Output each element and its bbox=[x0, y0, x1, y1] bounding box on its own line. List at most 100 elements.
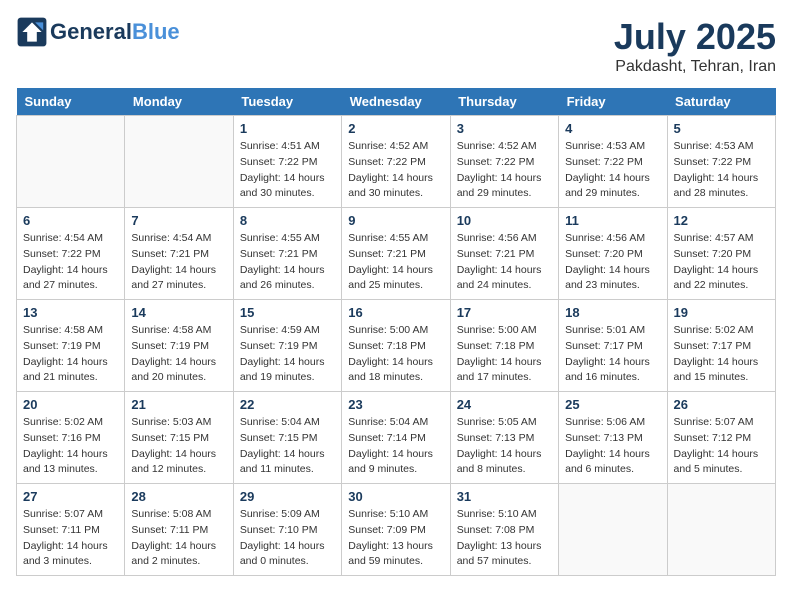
header-saturday: Saturday bbox=[667, 88, 775, 116]
day-info: Sunrise: 4:55 AMSunset: 7:21 PMDaylight:… bbox=[348, 231, 443, 294]
calendar-week-5: 27Sunrise: 5:07 AMSunset: 7:11 PMDayligh… bbox=[17, 484, 776, 576]
calendar-cell: 24Sunrise: 5:05 AMSunset: 7:13 PMDayligh… bbox=[450, 392, 558, 484]
day-number: 23 bbox=[348, 397, 443, 412]
day-number: 9 bbox=[348, 213, 443, 228]
calendar-cell bbox=[667, 484, 775, 576]
header-monday: Monday bbox=[125, 88, 233, 116]
day-info: Sunrise: 4:54 AMSunset: 7:21 PMDaylight:… bbox=[131, 231, 226, 294]
calendar-cell: 2 Sunrise: 4:52 AMSunset: 7:22 PMDaylight… bbox=[342, 116, 450, 208]
calendar-cell: 5 Sunrise: 4:53 AMSunset: 7:22 PMDaylight… bbox=[667, 116, 775, 208]
calendar-cell: 25 Sunrise: 5:06 AMSunset: 7:13 PMDayligh… bbox=[559, 392, 667, 484]
day-number: 15 bbox=[240, 305, 335, 320]
day-number: 2 bbox=[348, 121, 443, 136]
calendar-cell bbox=[125, 116, 233, 208]
calendar-cell: 4Sunrise: 4:53 AMSunset: 7:22 PMDaylight… bbox=[559, 116, 667, 208]
logo: GeneralBlue bbox=[16, 16, 180, 48]
header-thursday: Thursday bbox=[450, 88, 558, 116]
header-friday: Friday bbox=[559, 88, 667, 116]
day-info: Sunrise: 5:04 AMSunset: 7:14 PMDaylight:… bbox=[348, 415, 443, 478]
day-info: Sunrise: 5:06 AMSunset: 7:13 PMDaylight:… bbox=[565, 415, 660, 478]
calendar-week-3: 13 Sunrise: 4:58 AMSunset: 7:19 PMDayligh… bbox=[17, 300, 776, 392]
calendar-cell: 27Sunrise: 5:07 AMSunset: 7:11 PMDayligh… bbox=[17, 484, 125, 576]
day-info: Sunrise: 4:51 AMSunset: 7:22 PMDaylight:… bbox=[240, 139, 335, 202]
day-info: Sunrise: 4:53 AMSunset: 7:22 PMDaylight:… bbox=[674, 139, 769, 202]
day-number: 22 bbox=[240, 397, 335, 412]
calendar-cell: 1 Sunrise: 4:51 AMSunset: 7:22 PMDaylight… bbox=[233, 116, 341, 208]
calendar-header-row: SundayMondayTuesdayWednesdayThursdayFrid… bbox=[17, 88, 776, 116]
calendar-week-4: 20Sunrise: 5:02 AMSunset: 7:16 PMDayligh… bbox=[17, 392, 776, 484]
day-number: 11 bbox=[565, 213, 660, 228]
day-info: Sunrise: 5:03 AMSunset: 7:15 PMDaylight:… bbox=[131, 415, 226, 478]
day-number: 31 bbox=[457, 489, 552, 504]
day-info: Sunrise: 4:54 AMSunset: 7:22 PMDaylight:… bbox=[23, 231, 118, 294]
day-number: 6 bbox=[23, 213, 118, 228]
day-number: 24 bbox=[457, 397, 552, 412]
logo-icon bbox=[16, 16, 48, 48]
calendar-cell: 16 Sunrise: 5:00 AMSunset: 7:18 PMDayligh… bbox=[342, 300, 450, 392]
calendar-cell bbox=[17, 116, 125, 208]
day-info: Sunrise: 5:04 AMSunset: 7:15 PMDaylight:… bbox=[240, 415, 335, 478]
day-info: Sunrise: 5:00 AMSunset: 7:18 PMDaylight:… bbox=[348, 323, 443, 386]
calendar-cell: 17Sunrise: 5:00 AMSunset: 7:18 PMDayligh… bbox=[450, 300, 558, 392]
day-number: 1 bbox=[240, 121, 335, 136]
day-info: Sunrise: 4:58 AMSunset: 7:19 PMDaylight:… bbox=[23, 323, 118, 386]
day-number: 28 bbox=[131, 489, 226, 504]
calendar-cell: 9 Sunrise: 4:55 AMSunset: 7:21 PMDaylight… bbox=[342, 208, 450, 300]
day-info: Sunrise: 5:08 AMSunset: 7:11 PMDaylight:… bbox=[131, 507, 226, 570]
day-number: 19 bbox=[674, 305, 769, 320]
calendar-cell: 7 Sunrise: 4:54 AMSunset: 7:21 PMDaylight… bbox=[125, 208, 233, 300]
calendar-cell: 26 Sunrise: 5:07 AMSunset: 7:12 PMDayligh… bbox=[667, 392, 775, 484]
calendar-cell: 20Sunrise: 5:02 AMSunset: 7:16 PMDayligh… bbox=[17, 392, 125, 484]
calendar-cell: 19 Sunrise: 5:02 AMSunset: 7:17 PMDayligh… bbox=[667, 300, 775, 392]
logo-text: GeneralBlue bbox=[50, 21, 180, 43]
calendar-cell: 8Sunrise: 4:55 AMSunset: 7:21 PMDaylight… bbox=[233, 208, 341, 300]
calendar-cell: 6 Sunrise: 4:54 AMSunset: 7:22 PMDaylight… bbox=[17, 208, 125, 300]
day-info: Sunrise: 5:07 AMSunset: 7:12 PMDaylight:… bbox=[674, 415, 769, 478]
day-number: 30 bbox=[348, 489, 443, 504]
day-info: Sunrise: 5:09 AMSunset: 7:10 PMDaylight:… bbox=[240, 507, 335, 570]
day-number: 4 bbox=[565, 121, 660, 136]
day-number: 12 bbox=[674, 213, 769, 228]
calendar-cell: 18 Sunrise: 5:01 AMSunset: 7:17 PMDayligh… bbox=[559, 300, 667, 392]
calendar-table: SundayMondayTuesdayWednesdayThursdayFrid… bbox=[16, 88, 776, 576]
calendar-cell: 12Sunrise: 4:57 AMSunset: 7:20 PMDayligh… bbox=[667, 208, 775, 300]
calendar-cell: 23 Sunrise: 5:04 AMSunset: 7:14 PMDayligh… bbox=[342, 392, 450, 484]
calendar-cell: 15 Sunrise: 4:59 AMSunset: 7:19 PMDayligh… bbox=[233, 300, 341, 392]
calendar-week-2: 6 Sunrise: 4:54 AMSunset: 7:22 PMDaylight… bbox=[17, 208, 776, 300]
calendar-cell: 3Sunrise: 4:52 AMSunset: 7:22 PMDaylight… bbox=[450, 116, 558, 208]
day-info: Sunrise: 4:52 AMSunset: 7:22 PMDaylight:… bbox=[348, 139, 443, 202]
day-number: 3 bbox=[457, 121, 552, 136]
day-number: 14 bbox=[131, 305, 226, 320]
day-number: 10 bbox=[457, 213, 552, 228]
calendar-cell: 14Sunrise: 4:58 AMSunset: 7:19 PMDayligh… bbox=[125, 300, 233, 392]
day-info: Sunrise: 5:02 AMSunset: 7:17 PMDaylight:… bbox=[674, 323, 769, 386]
day-info: Sunrise: 5:01 AMSunset: 7:17 PMDaylight:… bbox=[565, 323, 660, 386]
day-number: 7 bbox=[131, 213, 226, 228]
day-info: Sunrise: 5:00 AMSunset: 7:18 PMDaylight:… bbox=[457, 323, 552, 386]
day-number: 27 bbox=[23, 489, 118, 504]
calendar-cell: 21 Sunrise: 5:03 AMSunset: 7:15 PMDayligh… bbox=[125, 392, 233, 484]
page-header: GeneralBlue July 2025 Pakdasht, Tehran, … bbox=[16, 16, 776, 76]
calendar-cell: 29Sunrise: 5:09 AMSunset: 7:10 PMDayligh… bbox=[233, 484, 341, 576]
day-number: 13 bbox=[23, 305, 118, 320]
day-number: 25 bbox=[565, 397, 660, 412]
day-number: 20 bbox=[23, 397, 118, 412]
day-number: 18 bbox=[565, 305, 660, 320]
day-info: Sunrise: 4:59 AMSunset: 7:19 PMDaylight:… bbox=[240, 323, 335, 386]
location: Pakdasht, Tehran, Iran bbox=[614, 58, 776, 76]
day-number: 5 bbox=[674, 121, 769, 136]
day-info: Sunrise: 4:56 AMSunset: 7:21 PMDaylight:… bbox=[457, 231, 552, 294]
calendar-cell: 22 Sunrise: 5:04 AMSunset: 7:15 PMDayligh… bbox=[233, 392, 341, 484]
day-number: 21 bbox=[131, 397, 226, 412]
calendar-cell: 13 Sunrise: 4:58 AMSunset: 7:19 PMDayligh… bbox=[17, 300, 125, 392]
day-info: Sunrise: 4:56 AMSunset: 7:20 PMDaylight:… bbox=[565, 231, 660, 294]
day-number: 26 bbox=[674, 397, 769, 412]
month-title: July 2025 bbox=[614, 16, 776, 58]
calendar-cell: 28 Sunrise: 5:08 AMSunset: 7:11 PMDayligh… bbox=[125, 484, 233, 576]
header-sunday: Sunday bbox=[17, 88, 125, 116]
day-info: Sunrise: 4:55 AMSunset: 7:21 PMDaylight:… bbox=[240, 231, 335, 294]
day-number: 16 bbox=[348, 305, 443, 320]
day-info: Sunrise: 5:10 AMSunset: 7:08 PMDaylight:… bbox=[457, 507, 552, 570]
calendar-cell: 10 Sunrise: 4:56 AMSunset: 7:21 PMDayligh… bbox=[450, 208, 558, 300]
day-info: Sunrise: 5:10 AMSunset: 7:09 PMDaylight:… bbox=[348, 507, 443, 570]
